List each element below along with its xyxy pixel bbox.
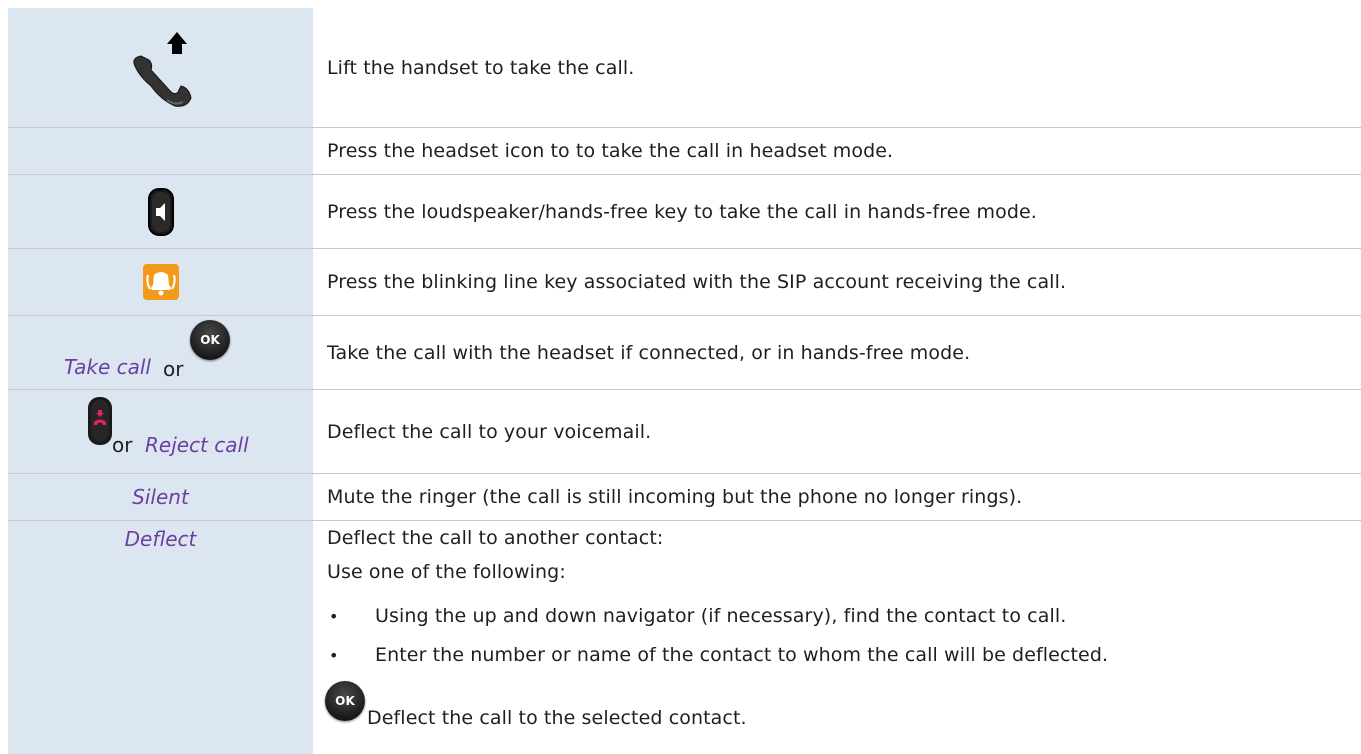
ok-button-icon: OK bbox=[325, 681, 365, 721]
softkey-take-call: Take call bbox=[64, 355, 151, 379]
list-item-text: Using the up and down navigator (if nece… bbox=[375, 605, 1067, 627]
ok-button-icon: OK bbox=[190, 320, 230, 360]
table-row: Take call or OK Take the call with the h… bbox=[8, 316, 1361, 390]
table-row: Press the loudspeaker/hands-free key to … bbox=[8, 175, 1361, 249]
ok-label: OK bbox=[335, 694, 355, 708]
row-icon-cell bbox=[8, 128, 313, 174]
row-description: Mute the ringer (the call is still incom… bbox=[313, 474, 1361, 520]
list-item: • Enter the number or name of the contac… bbox=[327, 635, 1108, 675]
table-row: or Reject call Deflect the call to your … bbox=[8, 390, 1361, 474]
end-call-key-icon bbox=[88, 397, 112, 445]
row-description: Deflect the call to another contact: Use… bbox=[313, 521, 1361, 754]
row-description: Take the call with the headset if connec… bbox=[313, 316, 1361, 389]
speaker-key-icon bbox=[147, 187, 174, 236]
line-key-icon bbox=[142, 264, 179, 300]
description-text: Press the headset icon to to take the ca… bbox=[327, 140, 894, 162]
description-text: Deflect the call to another contact: bbox=[327, 527, 664, 549]
table-row: Deflect Deflect the call to another cont… bbox=[8, 521, 1361, 754]
description-subtext: Use one of the following: bbox=[327, 561, 566, 583]
row-description: Lift the handset to take the call. bbox=[313, 8, 1361, 127]
row-description: Press the loudspeaker/hands-free key to … bbox=[313, 175, 1361, 248]
table-row: Lift the handset to take the call. bbox=[8, 8, 1361, 128]
table-row: Press the blinking line key associated w… bbox=[8, 249, 1361, 316]
or-text: or bbox=[163, 357, 184, 381]
description-text: Press the loudspeaker/hands-free key to … bbox=[327, 200, 1037, 223]
table-row: Silent Mute the ringer (the call is stil… bbox=[8, 474, 1361, 521]
row-description: Deflect the call to your voicemail. bbox=[313, 390, 1361, 473]
description-text: Deflect the call to your voicemail. bbox=[327, 420, 652, 443]
deflect-confirm-line: OK Deflect the call to the selected cont… bbox=[325, 675, 1227, 735]
row-description: Press the blinking line key associated w… bbox=[313, 249, 1361, 315]
handset-lift-icon bbox=[132, 31, 192, 107]
table-row: Press the headset icon to to take the ca… bbox=[8, 128, 1361, 175]
bullet-icon: • bbox=[329, 606, 339, 626]
row-icon-cell bbox=[8, 249, 313, 315]
description-text: Deflect the call to the selected contact… bbox=[367, 707, 747, 729]
description-text: Lift the handset to take the call. bbox=[327, 56, 635, 79]
row-icon-cell: or Reject call bbox=[8, 390, 313, 473]
row-icon-cell: Take call or OK bbox=[8, 316, 313, 389]
softkey-deflect: Deflect bbox=[124, 527, 197, 551]
row-icon-cell bbox=[8, 8, 313, 127]
description-text: Take the call with the headset if connec… bbox=[327, 341, 971, 364]
bullet-icon: • bbox=[329, 645, 339, 665]
softkey-silent: Silent bbox=[132, 485, 189, 509]
softkey-reject-call: Reject call bbox=[145, 433, 249, 457]
call-actions-table: Lift the handset to take the call. Press… bbox=[8, 8, 1361, 754]
list-item: • Using the up and down navigator (if ne… bbox=[327, 597, 1066, 635]
description-text: Press the blinking line key associated w… bbox=[327, 271, 1067, 293]
list-item-text: Enter the number or name of the contact … bbox=[375, 644, 1109, 666]
row-icon-cell: Silent bbox=[8, 474, 313, 520]
description-text: Mute the ringer (the call is still incom… bbox=[327, 486, 1023, 508]
row-icon-cell bbox=[8, 175, 313, 248]
row-description: Press the headset icon to to take the ca… bbox=[313, 128, 1361, 174]
or-text: or bbox=[112, 433, 133, 457]
row-icon-cell: Deflect bbox=[8, 521, 313, 754]
ok-label: OK bbox=[200, 333, 220, 347]
